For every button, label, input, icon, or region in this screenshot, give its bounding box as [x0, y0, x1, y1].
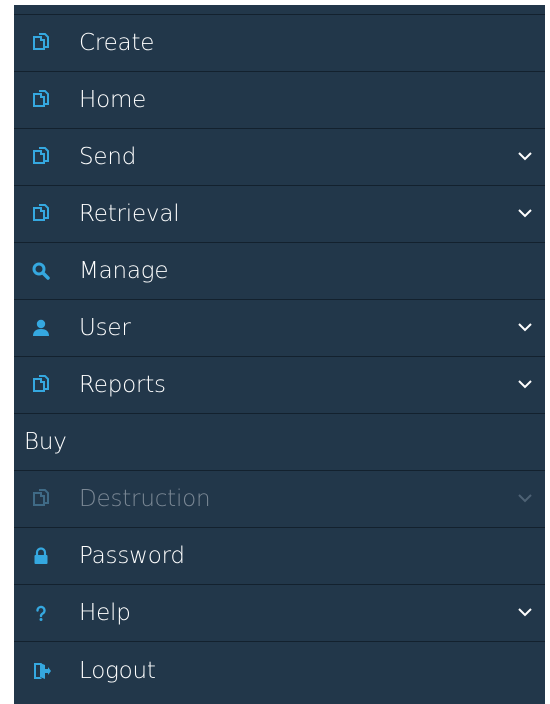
menu-item-help[interactable]: Help — [14, 585, 545, 642]
menu-item-label: Buy — [24, 429, 67, 455]
menu-item-home[interactable]: Home — [14, 72, 545, 129]
documents-icon — [31, 204, 51, 224]
menu-item-manage[interactable]: Manage — [14, 243, 545, 300]
menu-item-label: Home — [79, 87, 147, 113]
menu-item-label: Password — [79, 543, 185, 569]
sidebar-menu: Create Home Send Retrieval Manage User R… — [14, 5, 545, 704]
chevron-down-icon[interactable] — [517, 493, 533, 503]
documents-icon — [31, 489, 51, 509]
menu-item-password[interactable]: Password — [14, 528, 545, 585]
menu-item-label: Reports — [79, 372, 166, 398]
menu-item-label: User — [79, 315, 131, 341]
chevron-down-icon[interactable] — [517, 607, 533, 617]
question-icon — [31, 603, 51, 623]
menu-item-label: Help — [79, 600, 131, 626]
menu-item-label: Manage — [79, 258, 169, 284]
chevron-down-icon[interactable] — [517, 208, 533, 218]
menu-item-retrieval[interactable]: Retrieval — [14, 186, 545, 243]
menu-item-label: Send — [79, 144, 137, 170]
menu-item-send[interactable]: Send — [14, 129, 545, 186]
documents-icon — [31, 375, 51, 395]
chevron-down-icon[interactable] — [517, 379, 533, 389]
chevron-down-icon[interactable] — [517, 322, 533, 332]
menu-item-reports[interactable]: Reports — [14, 357, 545, 414]
user-icon — [31, 318, 51, 338]
documents-icon — [31, 147, 51, 167]
menu-item-label: Create — [79, 30, 155, 56]
menu-item-label: Logout — [79, 657, 156, 684]
menu-item-label: Destruction — [79, 486, 211, 512]
lock-icon — [31, 546, 51, 566]
menu-item-destruction[interactable]: Destruction — [14, 471, 545, 528]
documents-icon — [31, 90, 51, 110]
menu-item-logout[interactable]: Logout — [14, 642, 545, 699]
menu-top-strip — [14, 5, 545, 15]
menu-item-create[interactable]: Create — [14, 15, 545, 72]
menu-item-user[interactable]: User — [14, 300, 545, 357]
documents-icon — [31, 33, 51, 53]
menu-item-label: Retrieval — [79, 201, 180, 227]
menu-item-buy[interactable]: Buy — [14, 414, 545, 471]
chevron-down-icon[interactable] — [517, 151, 533, 161]
search-icon — [31, 261, 51, 281]
logout-icon — [31, 661, 51, 681]
